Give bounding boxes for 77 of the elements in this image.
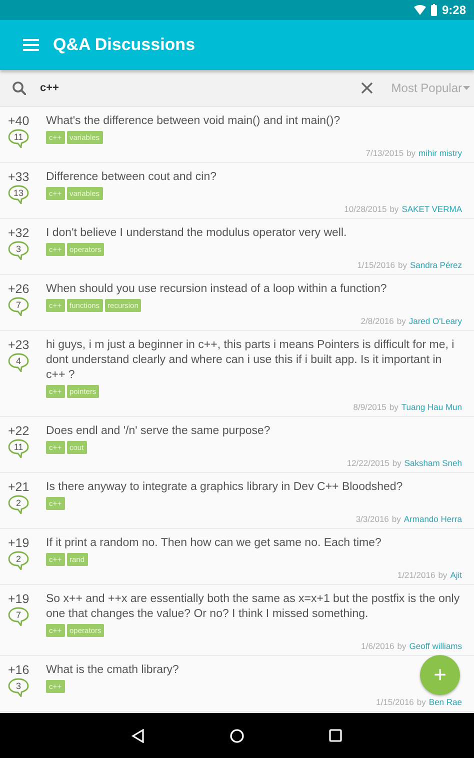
post-date: 2/8/2016 [360, 316, 394, 326]
by-label: by [389, 402, 398, 412]
question-title[interactable]: I don't believe I understand the modulus operator very well. [46, 226, 347, 241]
answer-count-bubble: 7 [8, 607, 29, 626]
post-date: 1/21/2016 [397, 570, 436, 580]
home-icon [230, 728, 244, 742]
app-title: Q&A Discussions [53, 35, 196, 55]
search-field[interactable]: c++ Most Popular [0, 70, 474, 107]
post-date: 1/15/2016 [376, 697, 414, 707]
post-date: 8/9/2015 [353, 402, 386, 412]
vote-score: +19 [8, 536, 30, 550]
answer-count-bubble: 13 [8, 185, 29, 204]
question-title[interactable]: Is there anyway to integrate a graphics library in Dev C++ Bloodshed? [46, 480, 403, 495]
close-icon [361, 82, 374, 94]
clock: 9:28 [442, 3, 466, 17]
vote-score: +26 [8, 282, 30, 296]
author-link[interactable]: Tuang Hau Mun [401, 402, 462, 412]
question-title[interactable]: What's the difference between void main() and int main()? [46, 114, 340, 129]
answer-count-bubble: 3 [8, 241, 29, 260]
back-button[interactable] [131, 728, 145, 742]
question-title[interactable]: What is the cmath library? [46, 663, 179, 678]
recents-button[interactable] [329, 728, 343, 742]
post-date: 3/3/2016 [356, 514, 389, 524]
caret-icon [463, 86, 470, 90]
author-link[interactable]: Saksham Sneh [404, 458, 462, 468]
post-date: 1/15/2016 [357, 260, 396, 270]
vote-score: +32 [8, 226, 30, 240]
answer-count-bubble: 2 [8, 495, 29, 514]
vote-score: +40 [8, 114, 30, 128]
by-label: by [416, 697, 426, 707]
answer-count-bubble: 11 [8, 129, 29, 148]
question-title[interactable]: So x++ and ++x are essentially both the same as x=x+1 but the postfix is the only one that changes the value? Or no? I think I missed something. [46, 592, 462, 622]
author-link[interactable]: Geoff williams [409, 641, 462, 651]
post-date: 1/6/2016 [361, 641, 394, 651]
author-link[interactable]: Ben Rae [428, 697, 462, 707]
answer-count-bubble: 2 [8, 551, 29, 570]
vote-score: +16 [8, 663, 30, 677]
home-button[interactable] [230, 728, 244, 742]
answer-count-bubble: 4 [8, 353, 29, 372]
by-label: by [398, 260, 408, 270]
question-title[interactable]: Difference between cout and cin? [46, 170, 216, 185]
author-link[interactable]: Jared O'Leary [408, 316, 462, 326]
by-label: by [438, 570, 448, 580]
by-label: by [396, 316, 406, 326]
author-link[interactable]: mihir mistry [418, 148, 462, 158]
vote-score: +23 [8, 338, 30, 352]
by-label: by [392, 514, 401, 524]
clear-button[interactable] [361, 82, 374, 94]
recents-icon [329, 728, 343, 742]
post-date: 10/28/2015 [344, 204, 387, 214]
author-link[interactable]: SAKET VERMA [402, 204, 462, 214]
battery-icon [430, 4, 437, 16]
answer-count-bubble: 7 [8, 297, 29, 316]
question-title[interactable]: If it print a random no. Then how can we get same no. Each time? [46, 536, 382, 551]
vote-score: +22 [8, 424, 30, 438]
vote-score: +19 [8, 592, 30, 606]
question-title[interactable]: When should you use recursion instead of a loop within a function? [46, 282, 387, 297]
menu-icon [23, 39, 39, 51]
search-icon [12, 81, 26, 95]
sort-dropdown[interactable]: Most Popular [391, 81, 470, 95]
by-label: by [392, 458, 402, 468]
wifi-icon [414, 5, 426, 15]
answer-count-bubble: 11 [8, 439, 29, 458]
back-icon [131, 728, 145, 742]
post-date: 12/22/2015 [346, 458, 390, 468]
by-label: by [397, 641, 406, 651]
question-title[interactable]: hi guys, i m just a beginner in c++, this parts i means Pointers is difficult for me, i dont understand clearly and where can i use this if i built app. Is it important in c++ ? [46, 338, 462, 383]
author-link[interactable]: Ajit [450, 570, 462, 580]
by-label: by [406, 148, 416, 158]
question-title[interactable]: Does endl and '/n' serve the same purpose? [46, 424, 270, 439]
author-link[interactable]: Sandra Pérez [410, 260, 462, 270]
post-date: 7/13/2015 [366, 148, 404, 158]
answer-count-bubble: 3 [8, 678, 29, 697]
author-link[interactable]: Armando Herra [404, 514, 462, 524]
by-label: by [390, 204, 399, 214]
vote-score: +21 [8, 480, 30, 494]
vote-score: +33 [8, 170, 30, 184]
